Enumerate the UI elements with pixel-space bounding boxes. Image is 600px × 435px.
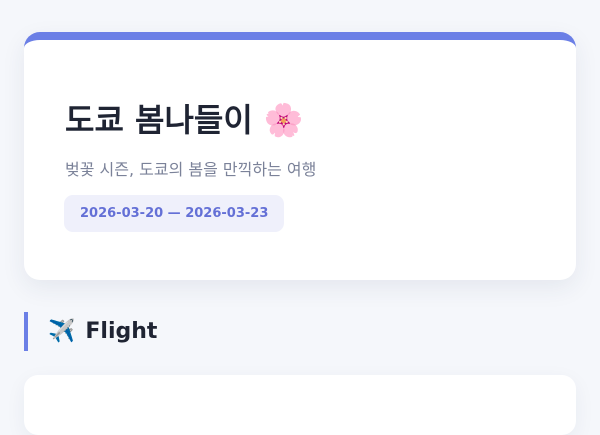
flight-section-header: ✈️ Flight	[24, 312, 157, 351]
trip-subtitle: 벚꽃 시즌, 도쿄의 봄을 만끽하는 여행	[65, 160, 317, 179]
flight-section-title: Flight	[85, 319, 158, 344]
trip-title-text: 도쿄 봄나들이	[65, 101, 253, 139]
date-range-badge: 2026-03-20 — 2026-03-23	[64, 195, 285, 232]
trip-header-card: 도쿄 봄나들이 🌸 벚꽃 시즌, 도쿄의 봄을 만끽하는 여행 2026-03-…	[24, 32, 576, 280]
flight-card	[24, 375, 576, 435]
cherry-blossom-icon: 🌸	[263, 101, 304, 139]
trip-title: 도쿄 봄나들이 🌸	[65, 100, 304, 140]
airplane-icon: ✈️	[48, 318, 76, 344]
